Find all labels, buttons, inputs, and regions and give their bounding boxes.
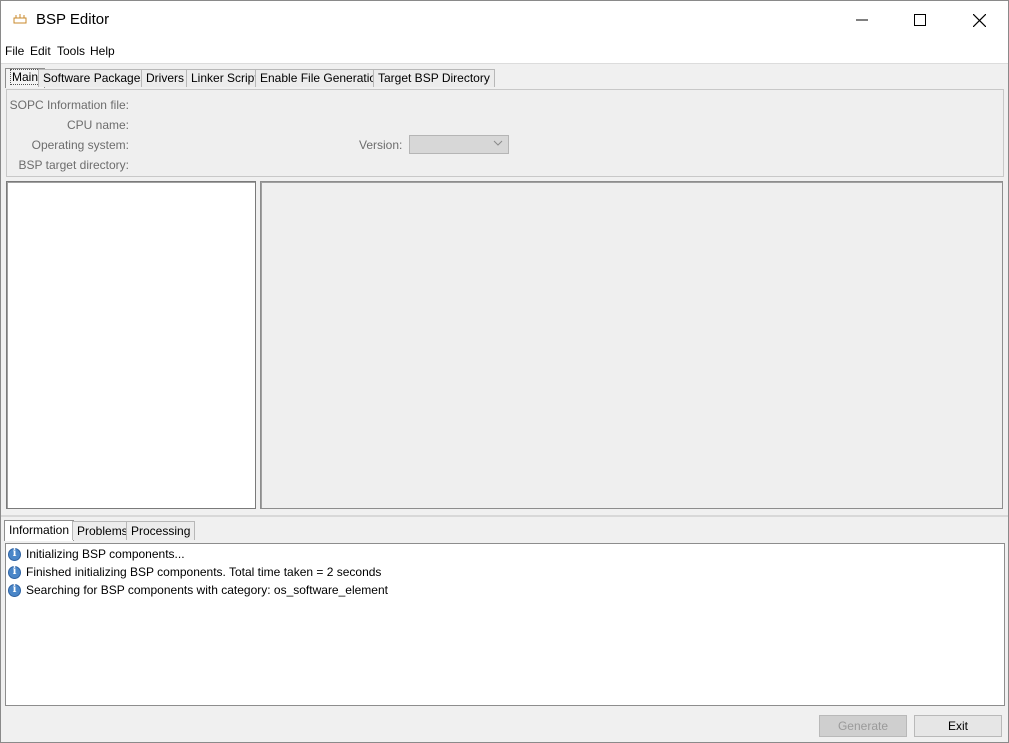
tab-enable-file-generation[interactable]: Enable File Generation (255, 69, 388, 87)
tab-processing[interactable]: Processing (126, 521, 196, 540)
cpu-name-label: CPU name: (66, 118, 129, 132)
title-bar: BSP Editor (1, 1, 1008, 39)
bsp-target-directory-label: BSP target directory: (18, 158, 130, 172)
tab-target-bsp-directory-label: Target BSP Directory (378, 71, 490, 85)
tab-main-label: Main (10, 69, 41, 85)
chevron-down-icon (493, 140, 503, 146)
menu-bar: File Edit Tools Help (1, 39, 1008, 64)
tab-drivers[interactable]: Drivers (141, 69, 189, 87)
menu-edit[interactable]: Edit (30, 44, 51, 58)
maximize-icon (914, 14, 926, 26)
tab-linker-script-label: Linker Script (191, 71, 258, 85)
log-entry: i Initializing BSP components... (8, 546, 185, 562)
tab-drivers-label: Drivers (146, 71, 184, 85)
sopc-info-label: SOPC Information file: (9, 98, 129, 112)
component-tree-pane[interactable] (6, 181, 256, 509)
tab-problems[interactable]: Problems (72, 521, 133, 540)
minimize-icon (856, 19, 868, 21)
tab-software-packages[interactable]: Software Packages (38, 69, 152, 87)
app-icon (12, 12, 28, 26)
log-entry: i Searching for BSP components with cate… (8, 582, 388, 598)
details-pane (260, 181, 1003, 509)
info-icon: i (8, 547, 21, 561)
tab-linker-script[interactable]: Linker Script (186, 69, 263, 87)
minimize-button[interactable] (839, 1, 885, 39)
tab-processing-label: Processing (131, 524, 191, 538)
main-settings-panel: SOPC Information file: CPU name: Operati… (6, 89, 1004, 177)
tab-information[interactable]: Information (4, 520, 75, 541)
exit-button[interactable]: Exit (914, 715, 1002, 737)
close-button[interactable] (956, 1, 1002, 39)
info-icon: i (8, 565, 21, 579)
tab-software-packages-label: Software Packages (43, 71, 147, 85)
log-entry-text: Searching for BSP components with catego… (26, 583, 388, 597)
close-icon (972, 13, 986, 27)
generate-button[interactable]: Generate (819, 715, 907, 737)
operating-system-label: Operating system: (31, 138, 129, 152)
version-select[interactable] (409, 135, 509, 154)
bsp-editor-window: BSP Editor File Edit Tools Help Main Sof… (0, 0, 1009, 743)
window-title: BSP Editor (36, 11, 110, 28)
log-entry-text: Finished initializing BSP components. To… (26, 565, 382, 579)
log-entry: i Finished initializing BSP components. … (8, 564, 381, 580)
tab-problems-label: Problems (77, 524, 128, 538)
maximize-button[interactable] (897, 1, 943, 39)
version-label: Version: (359, 138, 403, 152)
split-divider[interactable] (1, 515, 1008, 517)
info-icon: i (8, 583, 21, 597)
tab-target-bsp-directory[interactable]: Target BSP Directory (373, 69, 495, 87)
log-entry-text: Initializing BSP components... (26, 547, 185, 561)
tab-enable-file-generation-label: Enable File Generation (260, 71, 383, 85)
menu-help[interactable]: Help (90, 44, 115, 58)
menu-tools[interactable]: Tools (57, 44, 85, 58)
menu-file[interactable]: File (5, 44, 24, 58)
information-log[interactable]: i Initializing BSP components... i Finis… (5, 543, 1005, 706)
tab-information-label: Information (9, 523, 70, 537)
